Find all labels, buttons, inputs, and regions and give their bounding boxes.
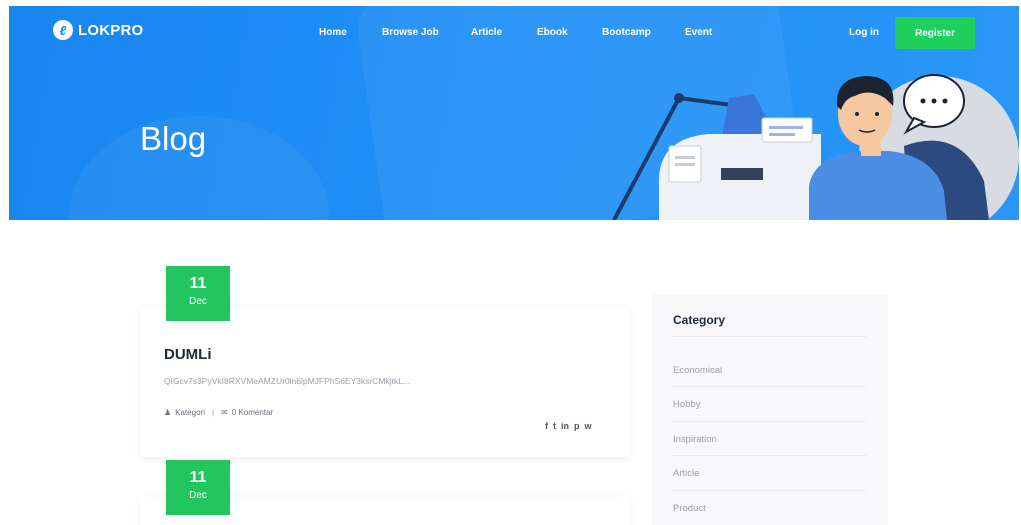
twitter-icon[interactable]: t	[553, 422, 556, 431]
post-excerpt: QIGcv7s3PyVkI8RXVMeAMZUr0ln6lpMJFPhS6EY3…	[164, 376, 411, 386]
login-link[interactable]: Log in	[849, 27, 879, 38]
nav-item-article[interactable]: Article	[471, 27, 502, 38]
top-navbar: ℓ LOKPRO Home Browse Job Article Ebook B…	[9, 6, 1019, 62]
pinterest-icon[interactable]: p	[574, 422, 580, 431]
register-button[interactable]: Register	[895, 17, 975, 49]
category-sidebar: Category Economical Hobby Inspiration Ar…	[652, 294, 888, 525]
page: ℓ LOKPRO Home Browse Job Article Ebook B…	[0, 0, 1021, 525]
date-badge: 11 Dec	[166, 266, 230, 321]
comment-icon: ✉	[221, 408, 228, 417]
share-buttons: f t in p w	[545, 422, 592, 431]
linkedin-icon[interactable]: in	[561, 422, 569, 431]
nav-item-home[interactable]: Home	[319, 27, 347, 38]
dot-icon	[942, 98, 948, 104]
dot-icon	[931, 98, 937, 104]
date-day: 11	[189, 275, 207, 292]
nav-item-browse-job[interactable]: Browse Job	[382, 27, 439, 38]
sidebar-title: Category	[673, 313, 726, 327]
person-eye	[855, 112, 859, 116]
date-month: Dec	[189, 490, 207, 501]
divider	[673, 421, 866, 422]
divider	[673, 490, 866, 491]
category-item-article[interactable]: Article	[673, 468, 699, 479]
nav-item-event[interactable]: Event	[685, 27, 712, 38]
facebook-icon[interactable]: f	[545, 422, 548, 431]
divider	[673, 336, 866, 337]
whatsapp-icon[interactable]: w	[585, 422, 592, 431]
note-line	[769, 126, 803, 129]
category-item-inspiration[interactable]: Inspiration	[673, 434, 717, 445]
dot-icon	[920, 98, 926, 104]
person-eye	[875, 112, 879, 116]
paper-line	[675, 156, 695, 159]
date-day: 11	[189, 469, 207, 486]
nav-item-ebook[interactable]: Ebook	[537, 27, 568, 38]
divider	[673, 455, 866, 456]
meta-separator: |	[211, 408, 215, 417]
lamp-joint-icon	[674, 93, 684, 103]
date-month: Dec	[189, 296, 207, 307]
post-comments-link[interactable]: 0 Komentar	[232, 408, 273, 417]
category-item-product[interactable]: Product	[673, 503, 706, 514]
category-item-hobby[interactable]: Hobby	[673, 399, 700, 410]
post-meta: ♟ Kategori | ✉ 0 Komentar	[164, 408, 273, 417]
note-line	[769, 133, 795, 136]
paper-line	[675, 163, 695, 166]
keyboard-icon	[721, 168, 763, 180]
hero-banner: ℓ LOKPRO Home Browse Job Article Ebook B…	[9, 6, 1019, 220]
post-category-link[interactable]: Kategori	[175, 408, 205, 417]
divider	[673, 386, 866, 387]
note-icon	[761, 117, 813, 143]
post-title-link[interactable]: DUMLi	[164, 346, 212, 363]
category-item-economical[interactable]: Economical	[673, 365, 722, 376]
page-title: Blog	[140, 120, 207, 157]
user-icon: ♟	[164, 408, 172, 417]
nav-item-bootcamp[interactable]: Bootcamp	[602, 27, 651, 38]
date-badge: 11 Dec	[166, 460, 230, 515]
